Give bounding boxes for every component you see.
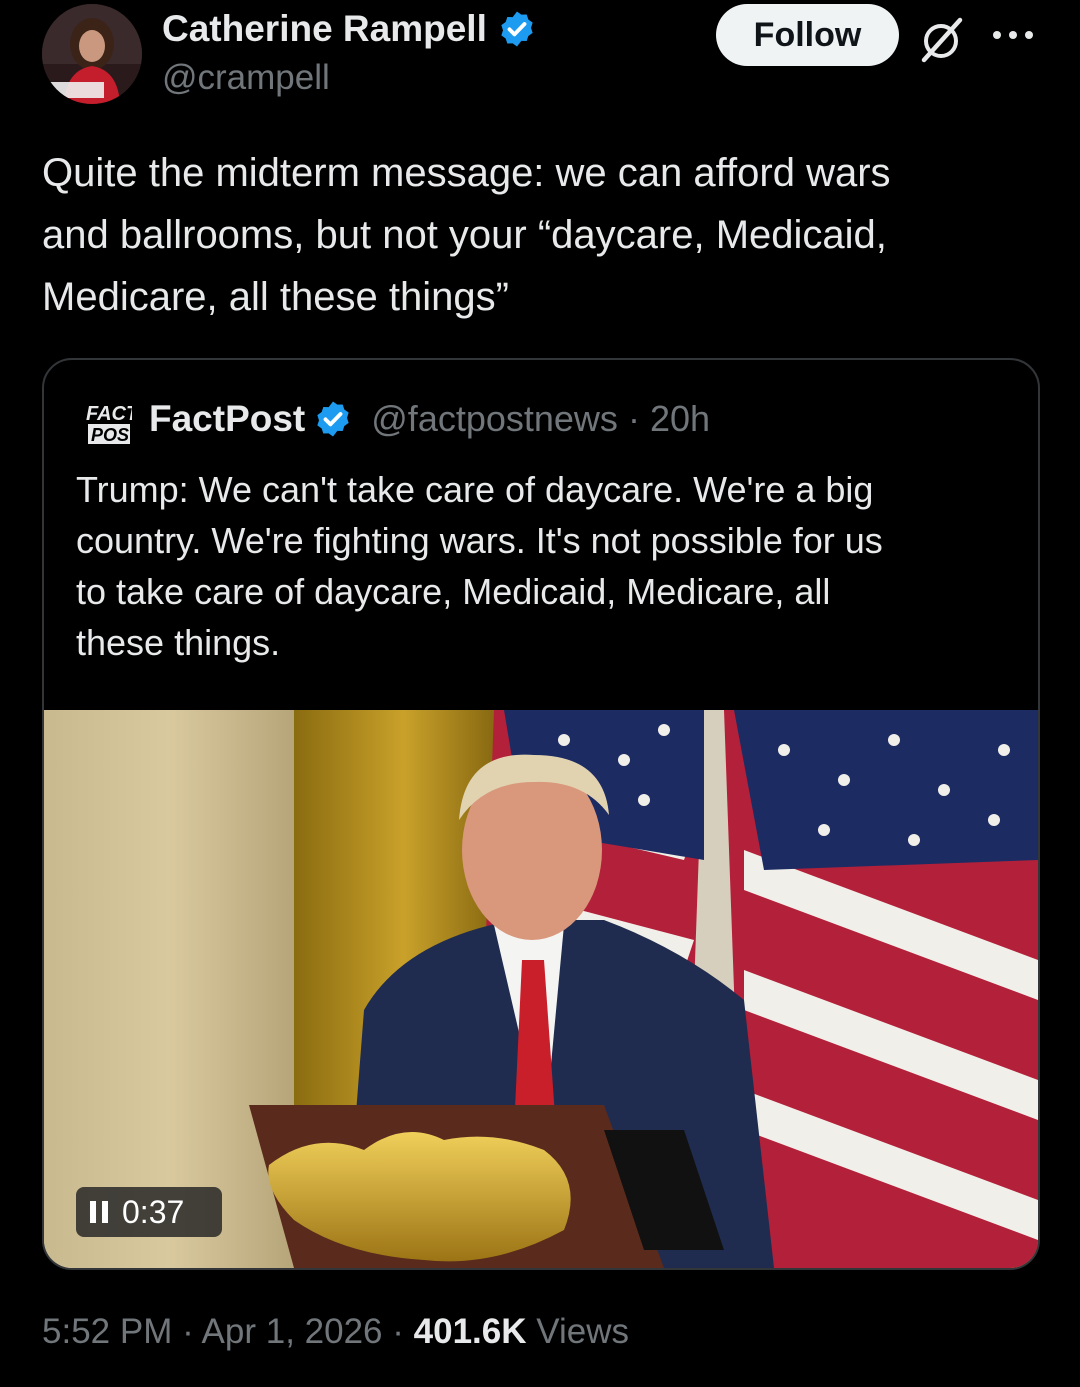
tweet-time[interactable]: 5:52 PM — [42, 1312, 172, 1351]
views-count: 401.6K — [413, 1312, 527, 1351]
footer-separator: · — [392, 1312, 404, 1351]
grok-icon[interactable] — [916, 14, 966, 64]
video-timer[interactable]: 0:37 — [76, 1187, 222, 1237]
follow-button[interactable]: Follow — [716, 4, 899, 66]
verified-badge-icon — [501, 11, 533, 47]
tweet-text-line: and ballrooms, but not your “daycare, Me… — [42, 213, 887, 257]
factpost-logo-text-bottom: POST — [91, 425, 132, 445]
video-duration: 0:37 — [122, 1193, 185, 1230]
author-handle[interactable]: @crampell — [162, 58, 330, 98]
video-player[interactable] — [44, 710, 1038, 1268]
tweet-text: Quite the midterm message: we can afford… — [42, 142, 1042, 328]
pause-icon[interactable] — [90, 1201, 108, 1223]
tweet-text-line: Medicare, all these things” — [42, 275, 509, 319]
verified-badge-icon — [317, 401, 349, 437]
more-horizontal-icon[interactable] — [990, 20, 1036, 50]
tweet-text-line: Quite the midterm message: we can afford… — [42, 151, 891, 195]
quoted-tweet-header: FactPost @factpostnews · 20h — [149, 398, 710, 440]
quoted-text-line: to take care of daycare, Medicaid, Medic… — [76, 571, 831, 612]
author-name-row[interactable]: Catherine Rampell — [162, 8, 537, 50]
avatar-image — [42, 4, 142, 104]
quoted-handle[interactable]: @factpostnews — [371, 398, 618, 439]
meta-separator: · — [627, 398, 640, 439]
factpost-logo-icon: FACT POST — [84, 400, 132, 446]
tweet-date[interactable]: Apr 1, 2026 — [202, 1312, 383, 1351]
views-label: Views — [536, 1312, 629, 1351]
factpost-logo-text-top: FACT — [86, 403, 132, 425]
quoted-time: 20h — [649, 398, 711, 439]
quoted-text-line: these things. — [76, 622, 281, 663]
footer-separator: · — [182, 1312, 194, 1351]
quoted-text-line: country. We're fighting wars. It's not p… — [76, 520, 883, 561]
quoted-tweet-card[interactable]: FACT POST FactPost @factpostnews · 20h T… — [42, 358, 1040, 1270]
quoted-author-name[interactable]: FactPost — [149, 398, 305, 440]
quoted-text-line: Trump: We can't take care of daycare. We… — [76, 469, 874, 510]
quoted-tweet-text: Trump: We can't take care of daycare. We… — [76, 464, 1016, 668]
quoted-author-handle: @factpostnews · 20h — [371, 398, 710, 440]
author-name[interactable]: Catherine Rampell — [162, 8, 487, 50]
author-avatar[interactable] — [42, 4, 142, 104]
tweet-footer: 5:52 PM · Apr 1, 2026 · 401.6K Views — [42, 1312, 629, 1352]
